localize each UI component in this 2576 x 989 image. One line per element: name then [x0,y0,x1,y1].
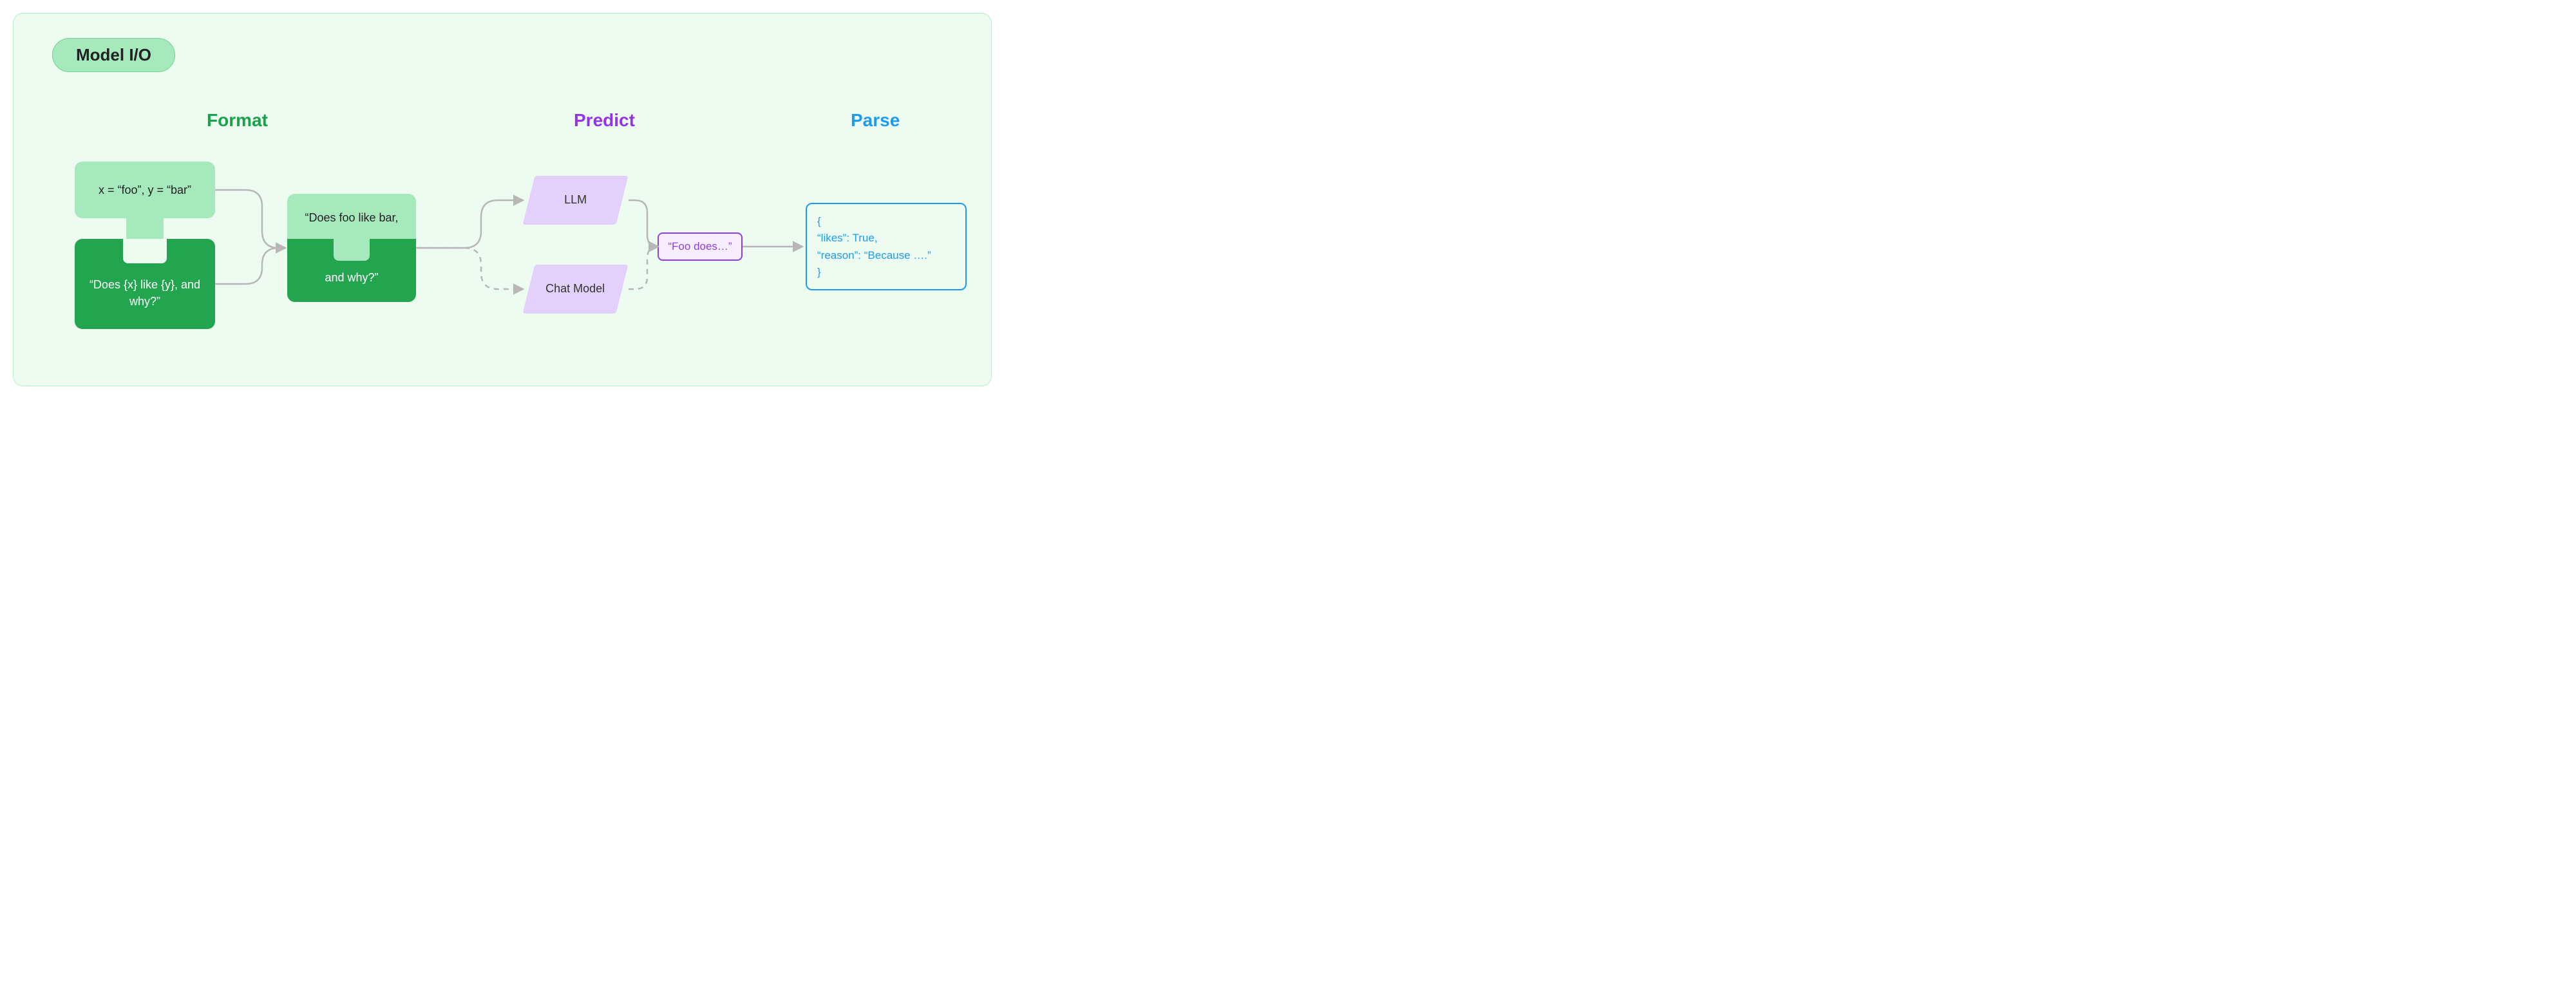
model-output-text: “Foo does…” [668,240,732,253]
parsed-json-box: { “likes”: True, “reason”: “Because ….” … [806,203,967,290]
assembled-prompt-stem [334,239,370,261]
chat-model-node: Chat Model [523,265,629,314]
llm-label: LLM [564,193,587,207]
badge-model-io: Model I/O [52,38,175,72]
chat-model-label: Chat Model [545,281,605,296]
section-label-predict: Predict [574,110,635,131]
prompt-template-notch [123,239,167,263]
model-output-chip: “Foo does…” [658,232,743,261]
section-label-parse: Parse [851,110,900,131]
assembled-prompt-bottom-text: and why?” [287,271,416,285]
llm-node: LLM [523,176,629,225]
input-variables-block: x = “foo”, y = “bar” [75,162,215,218]
assembled-prompt-top-text: “Does foo like bar, [305,211,398,225]
model-io-panel: Model I/O Format Predict Parse x = “foo”… [13,13,992,386]
assembled-prompt-top: “Does foo like bar, [287,194,416,242]
input-variables-text: x = “foo”, y = “bar” [99,184,191,197]
section-label-format: Format [207,110,268,131]
prompt-template-text: “Does {x} like {y}, and why?” [75,276,215,310]
input-variables-stem [126,216,164,241]
